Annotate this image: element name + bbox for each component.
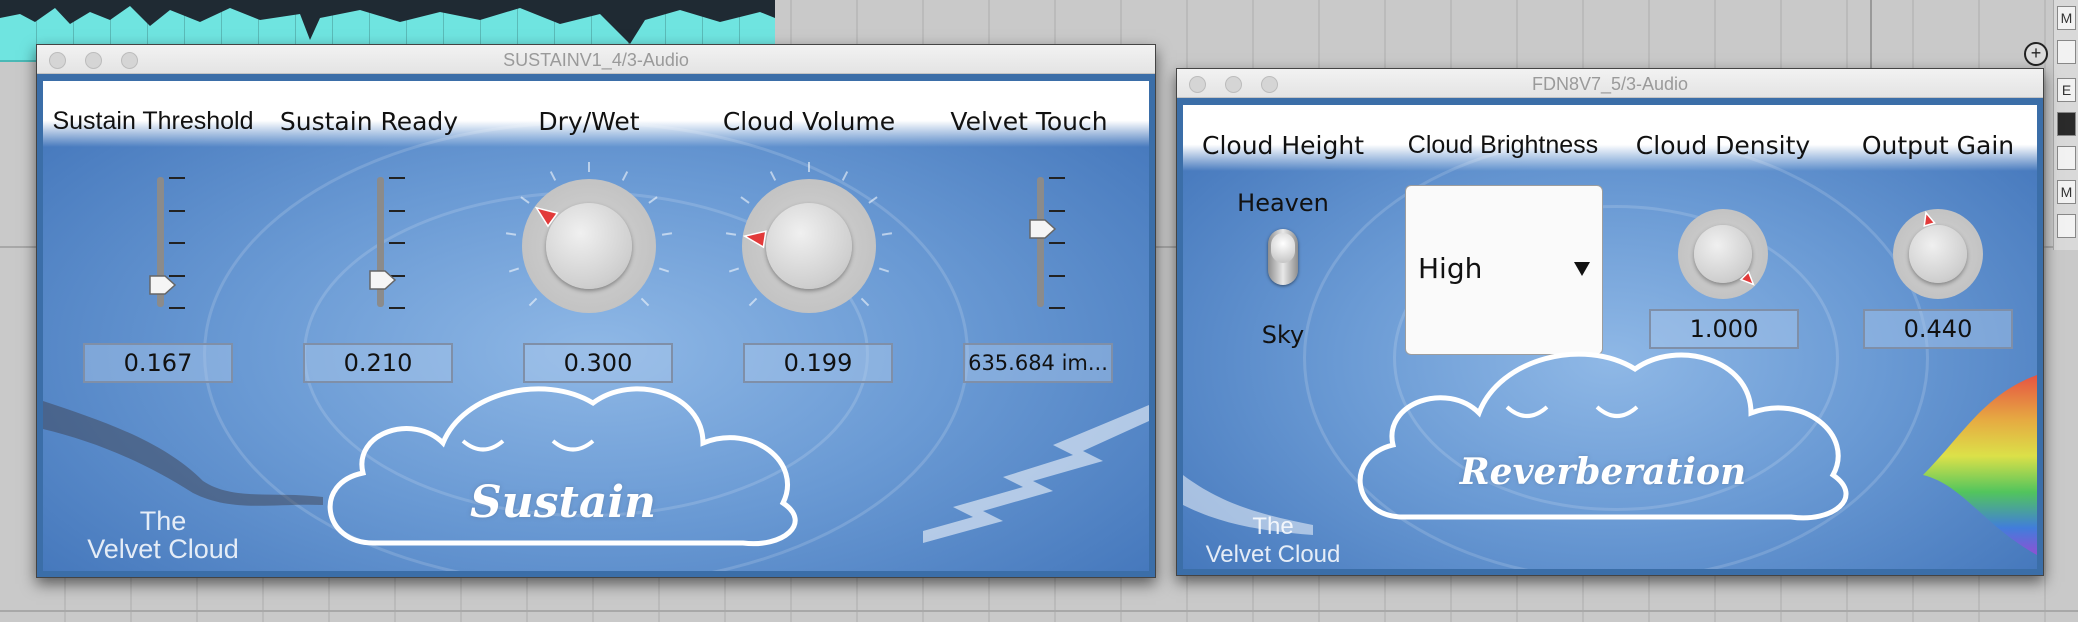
slider-tick xyxy=(1049,274,1065,277)
knob-indicator xyxy=(534,206,559,228)
window-title: SUSTAINV1_4/3-Audio xyxy=(503,50,689,70)
knob-scale-tick xyxy=(808,162,810,172)
label-output-gain: Output Gain xyxy=(1861,131,2015,160)
slider-tick xyxy=(1049,177,1065,179)
toggle-knob xyxy=(1271,233,1295,263)
edit-button[interactable]: E xyxy=(2057,78,2076,102)
label-sustain-threshold: Sustain Threshold xyxy=(52,107,254,135)
cloud-logo-text: Reverberation xyxy=(1459,451,1747,493)
slider-tick xyxy=(1049,307,1065,309)
knob-scale-tick xyxy=(588,162,590,172)
monitor-button[interactable]: M xyxy=(2057,180,2076,204)
toggle-top-label: Heaven xyxy=(1237,189,1329,217)
sustain-threshold-value[interactable]: 0.167 xyxy=(83,343,233,383)
slider-tick xyxy=(389,242,405,244)
slider-tick xyxy=(169,307,185,309)
track-button[interactable] xyxy=(2057,40,2076,64)
reverb-plugin-window: FDN8V7_5/3-Audio Cloud Height Cloud Brig… xyxy=(1176,68,2044,576)
brand-logo: The Velvet Cloud xyxy=(63,507,263,563)
sustain-plugin-window: SUSTAINV1_4/3-Audio Sustain Threshold Su… xyxy=(36,44,1156,578)
slider-tick xyxy=(169,242,185,244)
brand-logo: The Velvet Cloud xyxy=(1203,513,1343,569)
knob-indicator xyxy=(1739,270,1755,286)
dropdown-arrow-icon xyxy=(1574,262,1590,276)
slider-tick xyxy=(169,209,185,212)
slider-tick xyxy=(389,209,405,212)
cloud-brightness-dropdown[interactable]: High xyxy=(1405,185,1603,355)
plugin-panel: Cloud Height Cloud Brightness Cloud Dens… xyxy=(1183,105,2037,569)
label-cloud-density: Cloud Density xyxy=(1635,131,1811,160)
slider-thumb[interactable] xyxy=(1029,218,1057,240)
monitor-button[interactable]: M xyxy=(2057,6,2076,30)
label-cloud-brightness: Cloud Brightness xyxy=(1407,131,1599,159)
knob-indicator xyxy=(742,230,767,249)
output-gain-knob[interactable] xyxy=(1893,209,1983,299)
window-titlebar[interactable]: FDN8V7_5/3-Audio xyxy=(1177,69,2043,98)
slider-thumb[interactable] xyxy=(149,274,177,296)
slider-tick xyxy=(169,177,185,179)
window-titlebar[interactable]: SUSTAINV1_4/3-Audio xyxy=(37,45,1155,74)
cloud-height-toggle[interactable] xyxy=(1268,229,1298,285)
brand-line-1: The xyxy=(1252,513,1294,540)
slider-tick xyxy=(389,177,405,179)
cloud-volume-knob[interactable] xyxy=(725,162,893,313)
brand-line-2: Velvet Cloud xyxy=(1205,541,1341,568)
slider-tick xyxy=(389,307,405,309)
label-sustain-ready: Sustain Ready xyxy=(279,107,459,136)
cloud-logo xyxy=(1357,351,1849,521)
brand-line-2: Velvet Cloud xyxy=(87,534,239,564)
knob-indicator xyxy=(1923,210,1936,227)
record-arm-button[interactable] xyxy=(2057,112,2076,136)
slider-tick xyxy=(1049,209,1065,212)
sustain-ready-slider[interactable] xyxy=(353,177,413,317)
plugin-panel: Sustain Threshold Sustain Ready Dry/Wet … xyxy=(43,81,1149,571)
label-velvet-touch: Velvet Touch xyxy=(950,107,1108,136)
cloud-density-knob[interactable] xyxy=(1678,209,1768,299)
label-dry-wet: Dry/Wet xyxy=(538,107,640,136)
track-buttons-strip: M E M xyxy=(2053,0,2078,250)
slider-thumb[interactable] xyxy=(369,269,397,291)
track-button[interactable] xyxy=(2057,214,2076,238)
velvet-touch-slider[interactable] xyxy=(1013,177,1073,317)
dry-wet-knob[interactable] xyxy=(505,162,673,313)
window-title: FDN8V7_5/3-Audio xyxy=(1531,74,1689,94)
brand-line-1: The xyxy=(139,506,187,536)
output-gain-value[interactable]: 0.440 xyxy=(1863,309,2013,349)
label-cloud-volume: Cloud Volume xyxy=(722,107,896,136)
track-divider xyxy=(0,610,2078,612)
cloud-logo xyxy=(327,386,798,547)
cloud-logo-text: Sustain xyxy=(469,477,657,528)
velvet-touch-value[interactable]: 635.684 im... xyxy=(963,343,1113,383)
slider-rail xyxy=(1037,177,1044,307)
sustain-threshold-slider[interactable] xyxy=(133,177,193,317)
add-device-button[interactable]: + xyxy=(2024,42,2048,66)
label-cloud-height: Cloud Height xyxy=(1202,131,1364,160)
slider-tick xyxy=(1049,242,1065,244)
track-button[interactable] xyxy=(2057,146,2076,170)
dropdown-selected-value: High xyxy=(1418,252,1483,285)
